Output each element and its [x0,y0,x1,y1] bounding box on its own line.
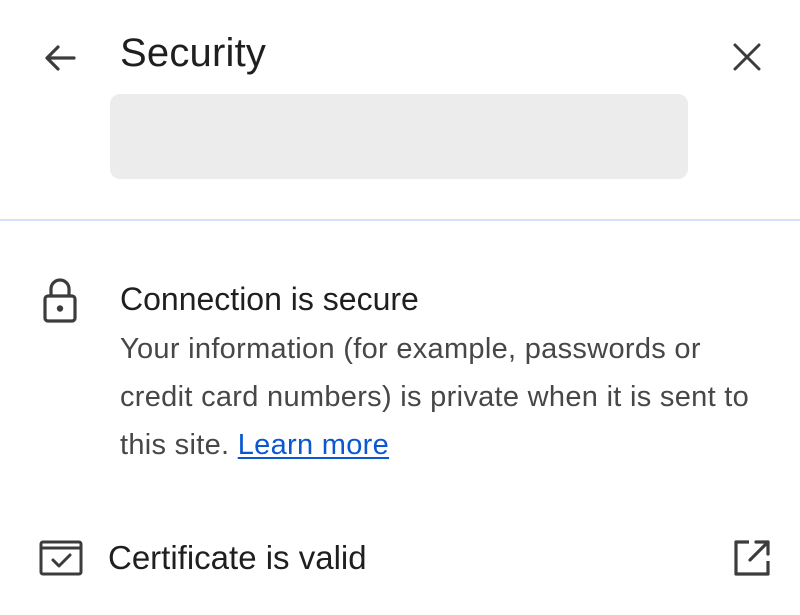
certificate-label: Certificate is valid [108,539,367,576]
close-icon [733,43,761,71]
lock-icon [43,278,77,323]
security-panel: Security Connection is secure Your infor… [0,0,800,615]
open-external-icon[interactable] [730,536,774,580]
header-divider [0,219,800,221]
arrow-back-icon [45,45,76,71]
connection-description-text: Your information (for example, passwords… [120,333,750,461]
connection-description: Your information (for example, passwords… [120,325,780,469]
page-title: Security [120,31,267,75]
certificate-row[interactable]: Certificate is valid [0,520,800,596]
site-origin-chip [110,94,688,179]
close-button[interactable] [722,32,772,82]
back-button[interactable] [36,34,84,82]
connection-status-title: Connection is secure [120,281,419,317]
certificate-icon [39,540,83,576]
learn-more-link[interactable]: Learn more [238,429,389,461]
